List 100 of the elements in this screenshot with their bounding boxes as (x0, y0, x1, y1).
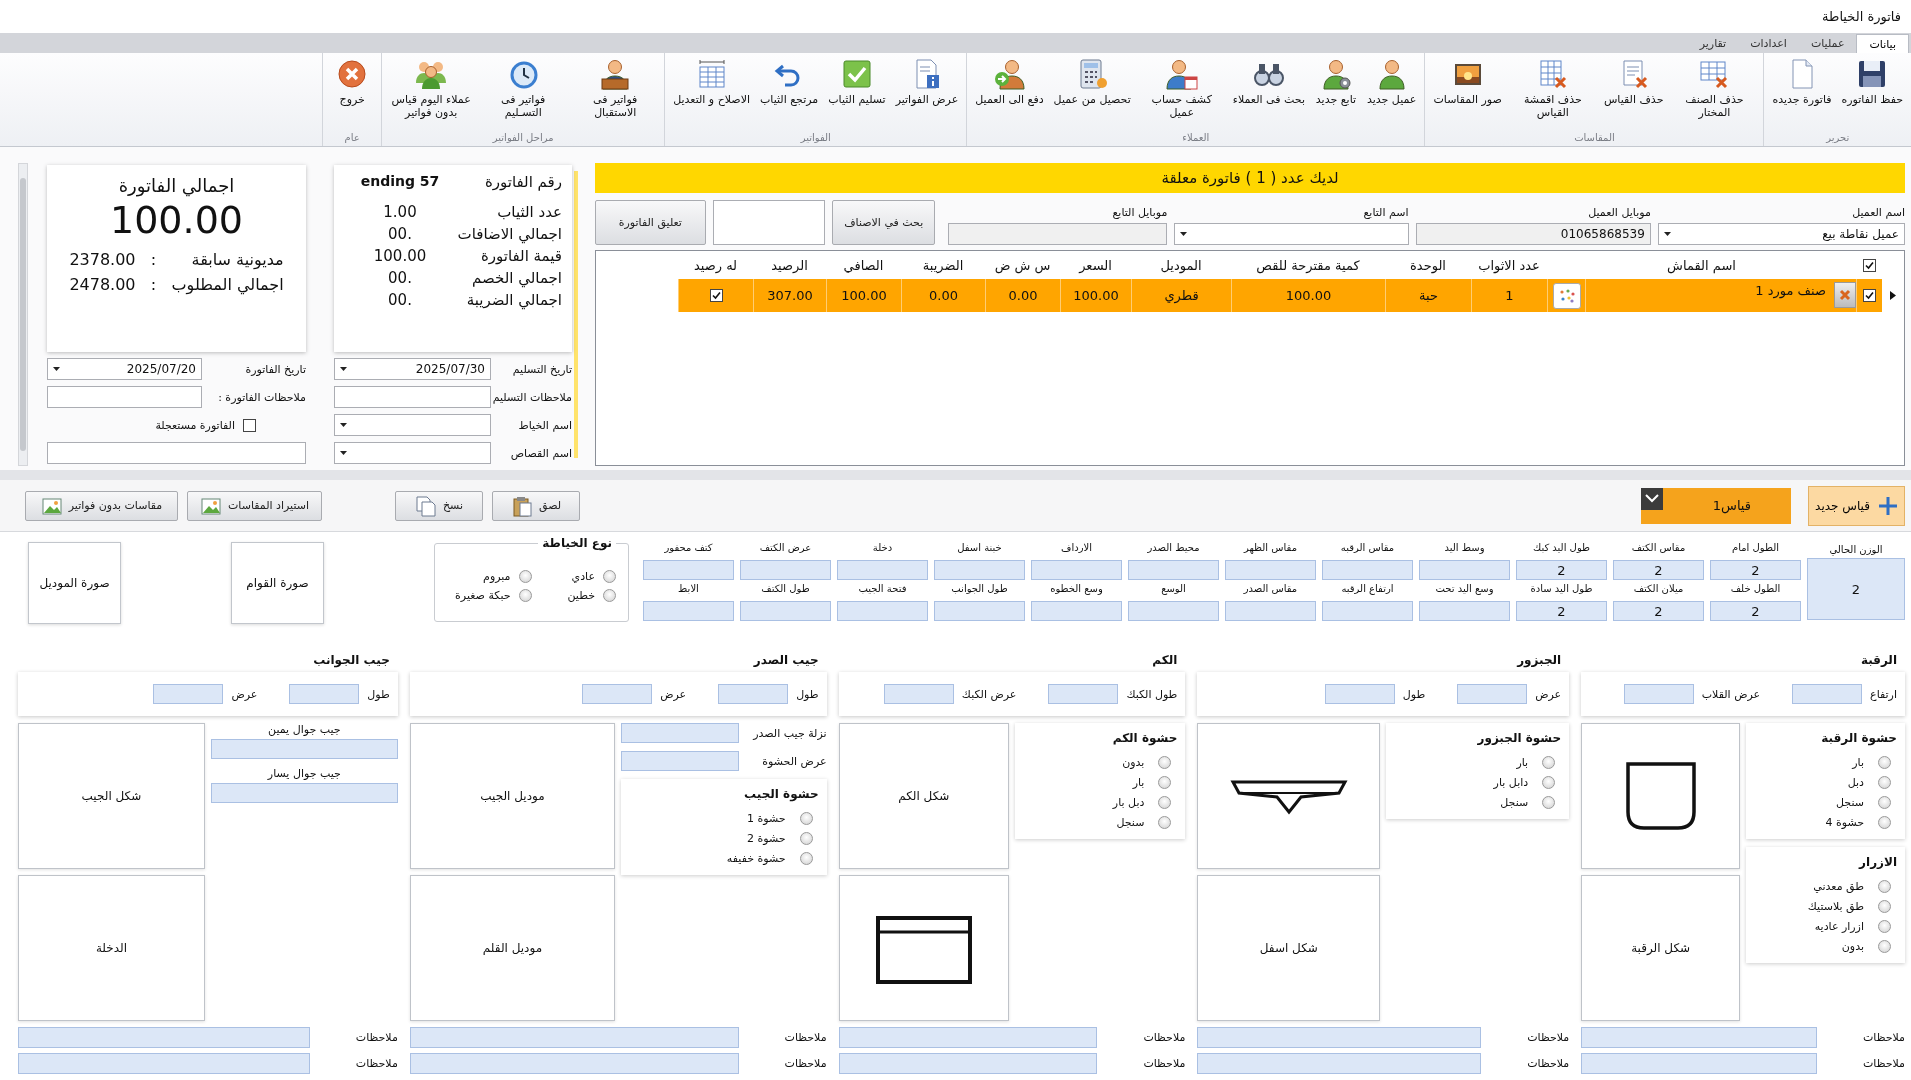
radio-button[interactable] (799, 832, 813, 845)
measurement-field[interactable] (1225, 601, 1316, 621)
measurement-field[interactable] (740, 601, 831, 621)
checkbox[interactable] (709, 289, 723, 302)
measurement-field[interactable] (1322, 560, 1413, 580)
ribbon-button[interactable]: تسليم الثياب (823, 56, 891, 109)
measurement-field[interactable]: 2 (1613, 601, 1704, 621)
radio-button[interactable] (1878, 796, 1891, 809)
ribbon-button[interactable]: حفظ الفاتوره (1836, 56, 1908, 109)
notes-field[interactable] (18, 1027, 310, 1048)
measurement-field[interactable]: 2 (1710, 560, 1801, 580)
radio-button[interactable] (1158, 756, 1172, 769)
measurement-field[interactable] (643, 560, 734, 580)
input-field[interactable] (210, 739, 398, 759)
suspend-button[interactable]: تعليق الفاتورة (595, 200, 706, 245)
ribbon-tab[interactable]: اعدادات (1738, 34, 1799, 53)
input-field[interactable] (621, 723, 739, 743)
radio-button[interactable] (1542, 796, 1556, 809)
search-field[interactable] (712, 200, 826, 245)
checkbox[interactable] (1863, 289, 1876, 302)
notes-field[interactable] (838, 1027, 1098, 1048)
ribbon-tab[interactable]: تقارير (1687, 34, 1739, 53)
dropdown-field[interactable] (1174, 223, 1409, 245)
ribbon-button[interactable]: كشف حساب عميل (1135, 56, 1228, 122)
ribbon-button[interactable]: فاتورة جديده (1767, 56, 1837, 109)
radio-button[interactable] (1158, 816, 1172, 829)
radio-button[interactable] (1878, 776, 1891, 789)
radio-button[interactable] (1158, 776, 1172, 789)
ribbon-button[interactable]: حذف الصنف المختار (1668, 56, 1761, 122)
radio-button[interactable] (1542, 756, 1556, 769)
date-field[interactable]: 2025/07/30 (334, 358, 491, 380)
radio-button[interactable] (1878, 920, 1891, 933)
input-field[interactable] (1457, 684, 1528, 704)
measurement-field[interactable] (837, 560, 928, 580)
ribbon-button[interactable]: عميل جديد (1361, 56, 1422, 109)
measurement-field[interactable] (837, 601, 928, 621)
notes-field[interactable] (838, 1053, 1098, 1074)
input-field[interactable] (1324, 684, 1395, 704)
measure-tab[interactable]: قياس1 (1641, 487, 1791, 524)
ribbon-button[interactable]: فواتير فى التسـليم (477, 56, 570, 122)
scrollbar[interactable] (18, 163, 28, 466)
radio-button[interactable] (1878, 816, 1891, 829)
radio-button[interactable] (1878, 940, 1891, 953)
picker-button[interactable] (1552, 282, 1581, 309)
input-field[interactable] (1048, 684, 1119, 704)
dropdown-field[interactable] (334, 414, 491, 436)
ribbon-button[interactable]: تحصيل من عميل (1048, 56, 1136, 109)
notes-field[interactable] (18, 1053, 310, 1074)
ribbon-button[interactable]: حذف القياس (1598, 56, 1669, 109)
radio-button[interactable] (1878, 880, 1891, 893)
ribbon-button[interactable]: تابع جديد (1309, 56, 1362, 109)
measurement-field[interactable]: 2 (1613, 560, 1704, 580)
measurement-field[interactable] (934, 601, 1025, 621)
radio-button[interactable] (1878, 756, 1891, 769)
text-field[interactable] (47, 442, 306, 464)
radio-button[interactable] (1158, 796, 1172, 809)
ribbon-tab[interactable]: بيانات (1856, 34, 1909, 53)
input-field[interactable] (210, 783, 398, 803)
measurement-field[interactable] (740, 560, 831, 580)
measurement-field[interactable] (1031, 560, 1122, 580)
ribbon-button[interactable]: خروج (326, 56, 379, 109)
radio-button[interactable] (603, 569, 616, 583)
input-field[interactable] (718, 684, 789, 704)
ribbon-button[interactable]: دفع الى العميل (970, 56, 1049, 109)
measurement-field[interactable] (1128, 601, 1219, 621)
radio-button[interactable] (1542, 776, 1556, 789)
measurement-field[interactable] (1419, 601, 1510, 621)
input-field[interactable] (153, 684, 224, 704)
notes-field[interactable] (1581, 1027, 1817, 1048)
input-field[interactable] (289, 684, 360, 704)
ribbon-button[interactable]: عرض الفواتير (890, 56, 964, 109)
ribbon-button[interactable]: حذف اقمشة القياس (1506, 56, 1599, 122)
new-measure-button[interactable]: قياس جديد (1808, 485, 1905, 526)
toolbar-button[interactable]: مقاسات بدون فواتير (25, 490, 178, 521)
ribbon-button[interactable]: فواتير فى الاستقبال (569, 56, 662, 122)
input-field[interactable] (1792, 684, 1863, 704)
notes-field[interactable] (1581, 1053, 1817, 1074)
measurement-field[interactable] (1031, 601, 1122, 621)
toolbar-button[interactable]: نسخ (395, 490, 483, 521)
measurement-field[interactable] (1225, 560, 1316, 580)
measurement-field[interactable]: 2 (1807, 558, 1905, 620)
measurement-field[interactable] (1322, 601, 1413, 621)
radio-button[interactable] (518, 569, 532, 583)
measurement-field[interactable]: 2 (1516, 560, 1607, 580)
input-field[interactable] (1623, 684, 1694, 704)
measurement-field[interactable]: 2 (1516, 601, 1607, 621)
ribbon-button[interactable]: الاصلاح و التعديل (668, 56, 755, 109)
measurement-field[interactable] (934, 560, 1025, 580)
measurement-field[interactable] (643, 601, 734, 621)
notes-field[interactable] (1197, 1027, 1482, 1048)
date-field[interactable]: 2025/07/20 (47, 358, 202, 380)
toolbar-button[interactable]: استيراد المقاسات (187, 490, 322, 521)
measurement-field[interactable] (1128, 560, 1219, 580)
checkbox[interactable] (243, 418, 256, 432)
notes-field[interactable] (409, 1027, 739, 1048)
dropdown-field[interactable] (334, 442, 491, 464)
radio-button[interactable] (799, 852, 813, 865)
radio-button[interactable] (1878, 900, 1891, 913)
text-field[interactable] (47, 386, 202, 408)
radio-button[interactable] (799, 812, 813, 825)
